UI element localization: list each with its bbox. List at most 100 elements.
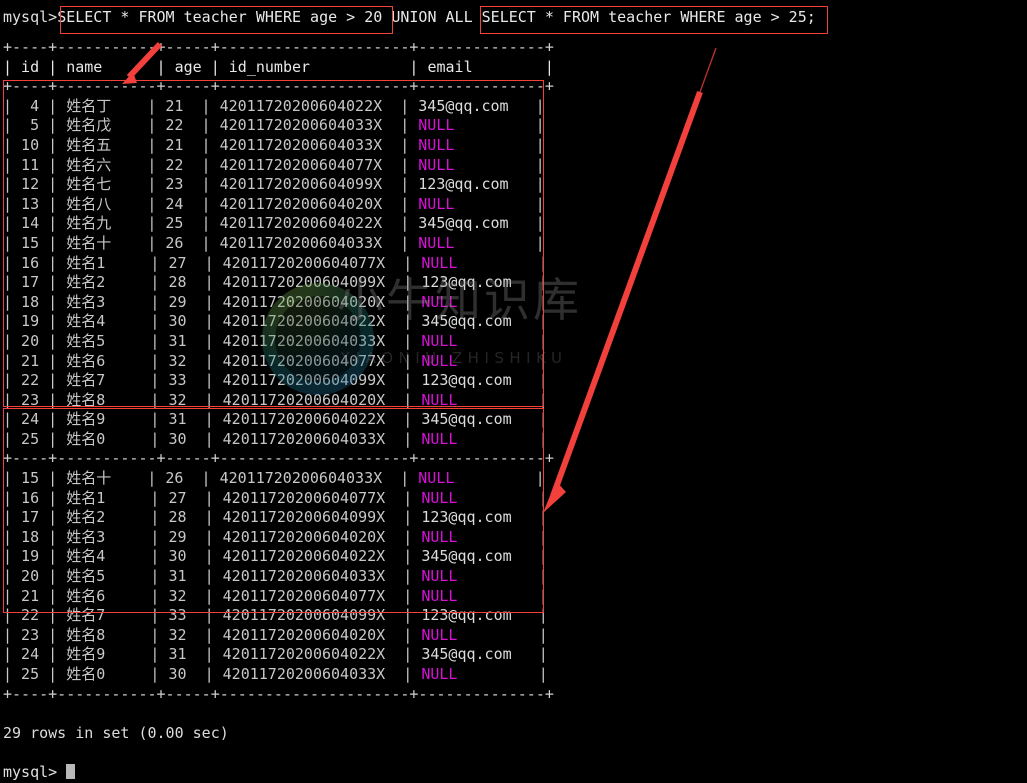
- table-row: | 16 | 姓名1 | 27 | 42011720200604077X | N…: [0, 254, 554, 274]
- row-fields: | 11 | 姓名六 | 22 | 42011720200604077X |: [3, 155, 419, 174]
- table-row: | 22 | 姓名7 | 33 | 42011720200604099X | 1…: [0, 606, 554, 626]
- row-end-bar: |: [511, 371, 548, 390]
- table-row: | 23 | 姓名8 | 32 | 42011720200604020X | N…: [0, 626, 554, 646]
- row-email-value: 345@qq.com: [421, 645, 512, 664]
- row-end-bar: |: [511, 508, 548, 527]
- table-header-row: | id | name | age | id_number | email |: [3, 57, 554, 76]
- bottom-prompt-line: mysql>: [0, 763, 554, 783]
- row-fields: | 4 | 姓名丁 | 21 | 42011720200604022X |: [3, 96, 419, 115]
- row-end-bar: |: [457, 390, 548, 409]
- table-row: | 17 | 姓名2 | 28 | 42011720200604099X | 1…: [0, 508, 554, 528]
- row-end-bar: |: [508, 175, 545, 194]
- query-right-clause[interactable]: SELECT * FROM teacher WHERE age > 25;: [482, 8, 816, 26]
- table-header-rule: +----+-----------+-----+----------------…: [3, 77, 554, 96]
- result-status-line: 29 rows in set (0.00 sec): [3, 723, 229, 742]
- row-email-value: 345@qq.com: [421, 312, 512, 331]
- row-email-value: NULL: [421, 527, 458, 546]
- row-email-value: 345@qq.com: [418, 96, 509, 115]
- table-body: | 4 | 姓名丁 | 21 | 42011720200604022X | 34…: [0, 97, 554, 685]
- row-end-bar: |: [457, 625, 548, 644]
- table-row: | 19 | 姓名4 | 30 | 42011720200604022X | 3…: [0, 547, 554, 567]
- row-email-value: NULL: [418, 155, 455, 174]
- row-email-value: NULL: [418, 116, 455, 135]
- query-union-keyword: UNION ALL: [382, 8, 482, 26]
- table-row: | 10 | 姓名五 | 21 | 42011720200604033X | N…: [0, 136, 554, 156]
- row-fields: | 13 | 姓名八 | 24 | 42011720200604020X |: [3, 194, 419, 213]
- table-row: | 17 | 姓名2 | 28 | 42011720200604099X | 1…: [0, 273, 554, 293]
- row-end-bar: |: [454, 194, 545, 213]
- row-email-value: 123@qq.com: [418, 175, 509, 194]
- row-fields: | 22 | 姓名7 | 33 | 42011720200604099X |: [3, 371, 422, 390]
- table-row: | 24 | 姓名9 | 31 | 42011720200604022X | 3…: [0, 645, 554, 665]
- terminal-window: mysql> SELECT * FROM teacher WHERE age > …: [0, 0, 1027, 781]
- row-email-value: NULL: [418, 233, 455, 252]
- row-email-value: NULL: [421, 292, 458, 311]
- row-fields: | 18 | 姓名3 | 29 | 42011720200604020X |: [3, 292, 422, 311]
- table-row: | 22 | 姓名7 | 33 | 42011720200604099X | 1…: [0, 371, 554, 391]
- row-fields: | 18 | 姓名3 | 29 | 42011720200604020X |: [3, 527, 422, 546]
- row-fields: | 12 | 姓名七 | 23 | 42011720200604099X |: [3, 175, 419, 194]
- row-fields: | 23 | 姓名8 | 32 | 42011720200604020X |: [3, 625, 422, 644]
- row-email-value: 123@qq.com: [421, 371, 512, 390]
- row-end-bar: |: [511, 547, 548, 566]
- table-row: | 16 | 姓名1 | 27 | 42011720200604077X | N…: [0, 489, 554, 509]
- table-row: | 19 | 姓名4 | 30 | 42011720200604022X | 3…: [0, 312, 554, 332]
- table-row: | 23 | 姓名8 | 32 | 42011720200604020X | N…: [0, 391, 554, 411]
- row-fields: | 20 | 姓名5 | 31 | 42011720200604033X |: [3, 567, 422, 586]
- row-email-value: NULL: [421, 586, 458, 605]
- row-fields: | 10 | 姓名五 | 21 | 42011720200604033X |: [3, 135, 419, 154]
- row-email-value: 123@qq.com: [421, 273, 512, 292]
- row-fields: | 20 | 姓名5 | 31 | 42011720200604033X |: [3, 331, 422, 350]
- table-row: | 20 | 姓名5 | 31 | 42011720200604033X | N…: [0, 332, 554, 352]
- row-email-value: 345@qq.com: [421, 410, 512, 429]
- table-top-rule: +----+-----------+-----+----------------…: [3, 38, 554, 56]
- row-email-value: NULL: [421, 567, 458, 586]
- table-row: | 25 | 姓名0 | 30 | 42011720200604033X | N…: [0, 665, 554, 685]
- row-email-value: NULL: [418, 469, 455, 488]
- row-end-bar: |: [457, 253, 548, 272]
- row-email-value: 123@qq.com: [421, 508, 512, 527]
- row-fields: | 5 | 姓名戊 | 22 | 42011720200604033X |: [3, 116, 419, 135]
- mysql-query-line: mysql>SELECT * FROM teacher WHERE age > …: [0, 8, 816, 32]
- query-left-clause[interactable]: SELECT * FROM teacher WHERE age > 20: [57, 8, 382, 26]
- table-row: | 18 | 姓名3 | 29 | 42011720200604020X | N…: [0, 293, 554, 313]
- table-row: | 15 | 姓名十 | 26 | 42011720200604033X | N…: [0, 469, 554, 489]
- row-email-value: NULL: [418, 135, 455, 154]
- row-end-bar: |: [454, 233, 545, 252]
- row-fields: | 17 | 姓名2 | 28 | 42011720200604099X |: [3, 273, 422, 292]
- row-end-bar: |: [511, 410, 548, 429]
- row-fields: | 15 | 姓名十 | 26 | 42011720200604033X |: [3, 469, 419, 488]
- row-email-value: 345@qq.com: [418, 214, 509, 233]
- row-end-bar: |: [457, 292, 548, 311]
- bottom-prompt-text: mysql>: [3, 762, 58, 781]
- arrow-to-second-block: [543, 47, 717, 513]
- row-end-bar: |: [457, 331, 548, 350]
- result-table: +----+-----------+-----+----------------…: [0, 38, 554, 783]
- table-row: | 5 | 姓名戊 | 22 | 42011720200604033X | NU…: [0, 116, 554, 136]
- row-end-bar: |: [454, 155, 545, 174]
- row-email-value: 123@qq.com: [421, 606, 512, 625]
- table-row: | 20 | 姓名5 | 31 | 42011720200604033X | N…: [0, 567, 554, 587]
- row-fields: | 19 | 姓名4 | 30 | 42011720200604022X |: [3, 547, 422, 566]
- row-end-bar: |: [508, 214, 545, 233]
- text-cursor[interactable]: [66, 763, 76, 779]
- row-end-bar: |: [511, 606, 548, 625]
- row-end-bar: |: [511, 312, 548, 331]
- row-end-bar: |: [511, 645, 548, 664]
- row-email-value: NULL: [421, 351, 458, 370]
- table-bottom-rule: +----+-----------+-----+----------------…: [3, 684, 554, 703]
- row-fields: | 21 | 姓名6 | 32 | 42011720200604077X |: [3, 351, 422, 370]
- table-row: | 14 | 姓名九 | 25 | 42011720200604022X | 3…: [0, 214, 554, 234]
- table-row: | 15 | 姓名十 | 26 | 42011720200604033X | N…: [0, 234, 554, 254]
- row-fields: | 22 | 姓名7 | 33 | 42011720200604099X |: [3, 606, 422, 625]
- row-fields: | 16 | 姓名1 | 27 | 42011720200604077X |: [3, 253, 422, 272]
- row-end-bar: |: [454, 116, 545, 135]
- row-fields: | 24 | 姓名9 | 31 | 42011720200604022X |: [3, 410, 422, 429]
- row-fields: | 19 | 姓名4 | 30 | 42011720200604022X |: [3, 312, 422, 331]
- table-row: | 21 | 姓名6 | 32 | 42011720200604077X | N…: [0, 352, 554, 372]
- row-end-bar: |: [511, 273, 548, 292]
- row-fields: | 17 | 姓名2 | 28 | 42011720200604099X |: [3, 508, 422, 527]
- table-row: | 24 | 姓名9 | 31 | 42011720200604022X | 3…: [0, 410, 554, 430]
- row-end-bar: |: [457, 429, 548, 448]
